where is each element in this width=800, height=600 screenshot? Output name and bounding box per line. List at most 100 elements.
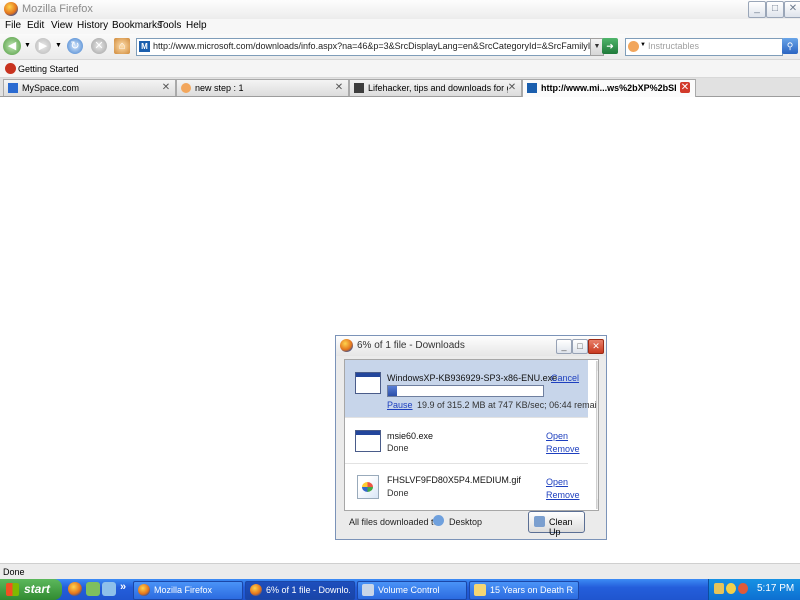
itunes-quicklaunch-icon[interactable]	[86, 582, 100, 596]
firefox-logo-icon	[4, 2, 18, 16]
tab-microsoft-download[interactable]: http://www.mi...ws%2bXP%2bSP3 ✕	[522, 79, 696, 97]
tray-icon[interactable]	[738, 583, 748, 594]
myspace-favicon-icon	[8, 83, 18, 93]
desktop-icon	[433, 515, 444, 526]
open-link[interactable]: Open	[546, 477, 568, 487]
taskbar-item-folder[interactable]: 15 Years on Death R...	[469, 581, 579, 600]
downloaded-to-label: All files downloaded to:	[349, 517, 442, 527]
menu-file[interactable]: File	[5, 20, 21, 31]
tray-icon[interactable]	[726, 583, 736, 594]
folder-icon	[474, 584, 486, 596]
tab-lifehacker[interactable]: Lifehacker, tips and downloads for get..…	[349, 79, 522, 96]
downloads-list: WindowsXP-KB936929-SP3-x86-ENU.exe Cance…	[344, 359, 599, 511]
downloaded-to-location[interactable]: Desktop	[449, 517, 482, 527]
minimize-button[interactable]: _	[748, 1, 766, 18]
stop-icon[interactable]: ✕	[91, 38, 107, 54]
search-placeholder[interactable]: Instructables	[648, 41, 699, 51]
taskbar-item-firefox[interactable]: Mozilla Firefox	[133, 581, 243, 600]
downloads-maximize-button[interactable]: □	[572, 339, 588, 354]
search-engine-dropdown-icon[interactable]: ▼	[640, 42, 646, 48]
pause-link[interactable]: Pause	[387, 400, 413, 410]
menu-help[interactable]: Help	[186, 20, 207, 31]
forward-history-dropdown-icon[interactable]: ▼	[55, 42, 62, 49]
close-button[interactable]: ✕	[784, 1, 800, 18]
list-item[interactable]: WindowsXP-KB936929-SP3-x86-ENU.exe Cance…	[345, 360, 598, 418]
clean-up-button[interactable]: Clean Up	[528, 511, 585, 537]
tab-label: http://www.mi...ws%2bXP%2bSP3	[541, 83, 676, 93]
search-box[interactable]: ▼ Instructables	[625, 38, 783, 56]
search-engine-icon[interactable]	[628, 41, 639, 52]
taskbar-item-label: 6% of 1 file - Downlo...	[266, 585, 350, 595]
downloads-close-button[interactable]: ✕	[588, 339, 604, 354]
menu-view[interactable]: View	[51, 20, 73, 31]
home-icon[interactable]: ⌂	[114, 38, 130, 54]
show-desktop-quicklaunch-icon[interactable]	[102, 582, 116, 596]
downloads-scrollbar[interactable]: ▲ ▼	[596, 361, 599, 509]
tab-close-icon[interactable]: ✕	[334, 82, 344, 93]
exe-file-icon	[355, 430, 381, 452]
download-filename: FHSLVF9FD80X5P4.MEDIUM.gif	[387, 475, 521, 485]
firefox-logo-icon	[250, 584, 262, 596]
tab-label: Lifehacker, tips and downloads for get..…	[368, 83, 508, 93]
tab-close-icon[interactable]: ✕	[161, 82, 171, 93]
open-link[interactable]: Open	[546, 431, 568, 441]
menu-bookmarks[interactable]: Bookmarks	[112, 20, 162, 31]
tab-close-icon[interactable]: ✕	[680, 82, 690, 93]
start-button[interactable]: start	[0, 579, 62, 600]
firefox-quicklaunch-icon[interactable]	[68, 582, 82, 596]
bookmark-getting-started[interactable]: Getting Started	[18, 64, 79, 74]
lifehacker-favicon-icon	[354, 83, 364, 93]
tab-label: MySpace.com	[22, 83, 80, 93]
instructables-favicon-icon	[181, 83, 191, 93]
exe-file-icon	[355, 372, 381, 394]
start-label: start	[24, 582, 51, 596]
menu-tools[interactable]: Tools	[158, 20, 181, 31]
windows-logo-icon	[6, 583, 19, 596]
back-history-dropdown-icon[interactable]: ▼	[24, 42, 31, 49]
tab-close-icon[interactable]: ✕	[507, 82, 517, 93]
list-item[interactable]: FHSLVF9FD80X5P4.MEDIUM.gif Done Open Rem…	[345, 464, 588, 510]
menu-edit[interactable]: Edit	[27, 20, 44, 31]
download-progress-bar	[387, 385, 544, 397]
tab-new-step[interactable]: new step : 1 ✕	[176, 79, 349, 96]
bookmarks-toolbar	[0, 60, 800, 78]
taskbar-item-label: Mozilla Firefox	[154, 585, 213, 595]
cancel-link[interactable]: Cancel	[551, 373, 579, 383]
site-favicon-icon: M	[139, 41, 150, 52]
taskbar-item-label: 15 Years on Death R...	[490, 585, 574, 595]
menu-history[interactable]: History	[77, 20, 108, 31]
quicklaunch-more-icon[interactable]: »	[120, 581, 126, 593]
download-filename: WindowsXP-KB936929-SP3-x86-ENU.exe	[387, 373, 558, 383]
taskbar-item-downloads[interactable]: 6% of 1 file - Downlo...	[245, 581, 355, 600]
status-bar: Done	[0, 563, 800, 580]
forward-arrow-icon[interactable]: ▶	[35, 38, 51, 54]
download-status: Done	[387, 443, 409, 453]
back-arrow-icon[interactable]: ◀	[3, 37, 21, 55]
remove-link[interactable]: Remove	[546, 444, 580, 454]
reload-icon[interactable]: ↻	[67, 38, 83, 54]
tab-myspace[interactable]: MySpace.com ✕	[3, 79, 176, 96]
go-arrow-icon[interactable]: ➜	[602, 38, 618, 54]
volume-control-icon	[362, 584, 374, 596]
scroll-thumb[interactable]	[598, 373, 599, 383]
list-item[interactable]: msie60.exe Done Open Remove	[345, 418, 588, 464]
downloads-window: 6% of 1 file - Downloads _ □ ✕ WindowsXP…	[335, 335, 607, 540]
scroll-down-icon[interactable]: ▼	[597, 499, 598, 509]
maximize-button[interactable]: □	[766, 1, 784, 18]
tray-clock[interactable]: 5:17 PM	[757, 583, 794, 594]
getting-started-icon	[5, 63, 16, 74]
remove-link[interactable]: Remove	[546, 490, 580, 500]
taskbar-item-volume-control[interactable]: Volume Control	[357, 581, 467, 600]
clean-up-label: Clean Up	[549, 517, 573, 537]
taskbar-item-label: Volume Control	[378, 585, 440, 595]
broom-icon	[534, 516, 545, 527]
window-title: Mozilla Firefox	[22, 3, 93, 15]
magnifier-icon[interactable]: ⚲	[782, 38, 798, 54]
image-file-icon	[357, 475, 379, 499]
downloads-minimize-button[interactable]: _	[556, 339, 572, 354]
download-progress-fill	[388, 386, 398, 396]
tray-icon[interactable]	[714, 583, 724, 594]
scroll-up-icon[interactable]: ▲	[597, 361, 598, 371]
url-bar[interactable]: M http://www.microsoft.com/downloads/inf…	[136, 38, 596, 56]
url-text[interactable]: http://www.microsoft.com/downloads/info.…	[153, 41, 593, 51]
